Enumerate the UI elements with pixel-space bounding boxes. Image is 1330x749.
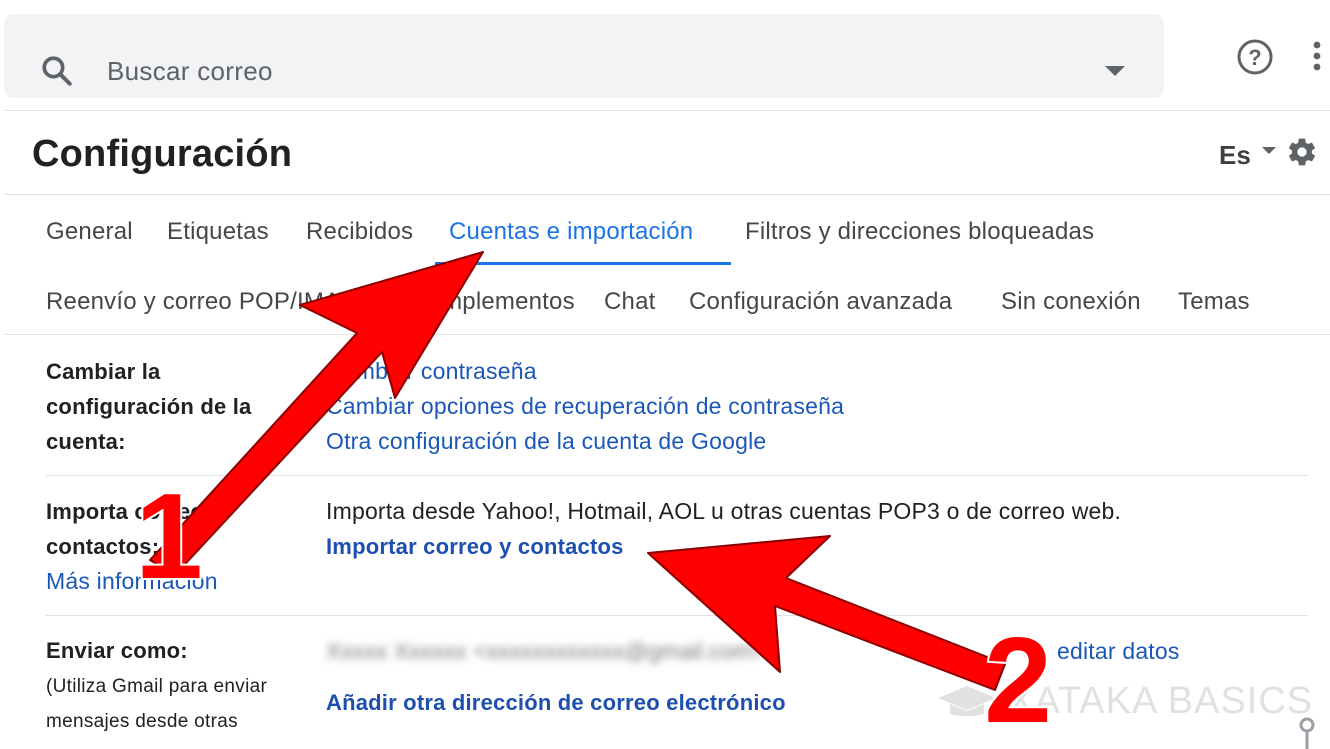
change-password-link[interactable]: Cambiar contraseña (326, 358, 537, 385)
password-recovery-link[interactable]: Cambiar opciones de recuperación de cont… (326, 393, 844, 420)
gear-icon[interactable] (1286, 136, 1318, 173)
google-account-settings-link[interactable]: Otra configuración de la cuenta de Googl… (326, 428, 766, 455)
import-description: Importa desde Yahoo!, Hotmail, AOL u otr… (326, 498, 1122, 524)
section-divider (46, 475, 1308, 476)
account-label-line: cuenta: (46, 429, 126, 454)
tab-reenvio-pop-imap[interactable]: Reenvío y correo POP/IMAP (46, 288, 356, 316)
tab-configuracion-avanzada[interactable]: Configuración avanzada (689, 288, 952, 316)
import-section-label: Importa correo y contactos: (46, 494, 223, 564)
title-divider (4, 194, 1330, 195)
tab-complementos[interactable]: Complementos (411, 288, 575, 316)
more-info-link[interactable]: Más información (46, 568, 218, 595)
svg-text:?: ? (1248, 45, 1261, 70)
apps-grid-icon[interactable] (1312, 40, 1330, 77)
search-input[interactable]: Buscar correo (107, 56, 273, 87)
search-icon[interactable] (40, 54, 74, 93)
watermark: XATAKA BASICS (936, 680, 1313, 723)
account-label-line: configuración de la (46, 394, 252, 419)
tabs-divider (4, 334, 1330, 335)
tab-cuentas-importacion[interactable]: Cuentas e importación (449, 218, 693, 246)
input-tools-caret-icon[interactable] (1262, 147, 1276, 154)
tab-etiquetas[interactable]: Etiquetas (167, 218, 269, 246)
arrow-2 (647, 535, 1006, 691)
active-tab-indicator (435, 262, 731, 265)
account-label-line: Cambiar la (46, 359, 161, 384)
tab-recibidos[interactable]: Recibidos (306, 218, 413, 246)
account-section-label: Cambiar la configuración de la cuenta: (46, 354, 252, 459)
search-bar[interactable]: Buscar correo (4, 14, 1164, 98)
search-options-caret-icon[interactable] (1105, 66, 1125, 76)
watermark-text: XATAKA BASICS (1008, 680, 1314, 722)
graduation-cap-icon (938, 685, 996, 716)
add-email-address-link[interactable]: Añadir otra dirección de correo electrón… (326, 690, 786, 716)
section-divider (46, 615, 1308, 616)
page-title: Configuración (32, 133, 293, 175)
import-mail-contacts-link[interactable]: Importar correo y contactos (326, 534, 624, 560)
header-divider (4, 110, 1330, 111)
help-icon[interactable]: ? (1236, 38, 1274, 81)
import-label-line: Importa correo y (46, 499, 223, 524)
pin-icon (1296, 716, 1318, 749)
send-as-sublabel-line: (Utiliza Gmail para enviar (46, 676, 268, 697)
send-as-label: Enviar como: (46, 638, 188, 663)
tab-filtros[interactable]: Filtros y direcciones bloqueadas (745, 218, 1094, 246)
tab-general[interactable]: General (46, 218, 133, 246)
tab-temas[interactable]: Temas (1178, 288, 1250, 316)
send-as-email-address: Xxxxx Xxxxxx <xxxxxxxxxxxx@gmail.com> (326, 638, 766, 664)
import-label-line: contactos: (46, 534, 160, 559)
send-as-sublabel-line: mensajes desde otras (46, 711, 238, 732)
tab-sin-conexion[interactable]: Sin conexión (1001, 288, 1141, 316)
send-as-sublabel: (Utiliza Gmail para enviar mensajes desd… (46, 669, 267, 739)
edit-info-link[interactable]: editar datos (1057, 638, 1180, 665)
input-tools-button[interactable]: Es (1219, 140, 1251, 171)
tab-chat[interactable]: Chat (604, 288, 656, 316)
